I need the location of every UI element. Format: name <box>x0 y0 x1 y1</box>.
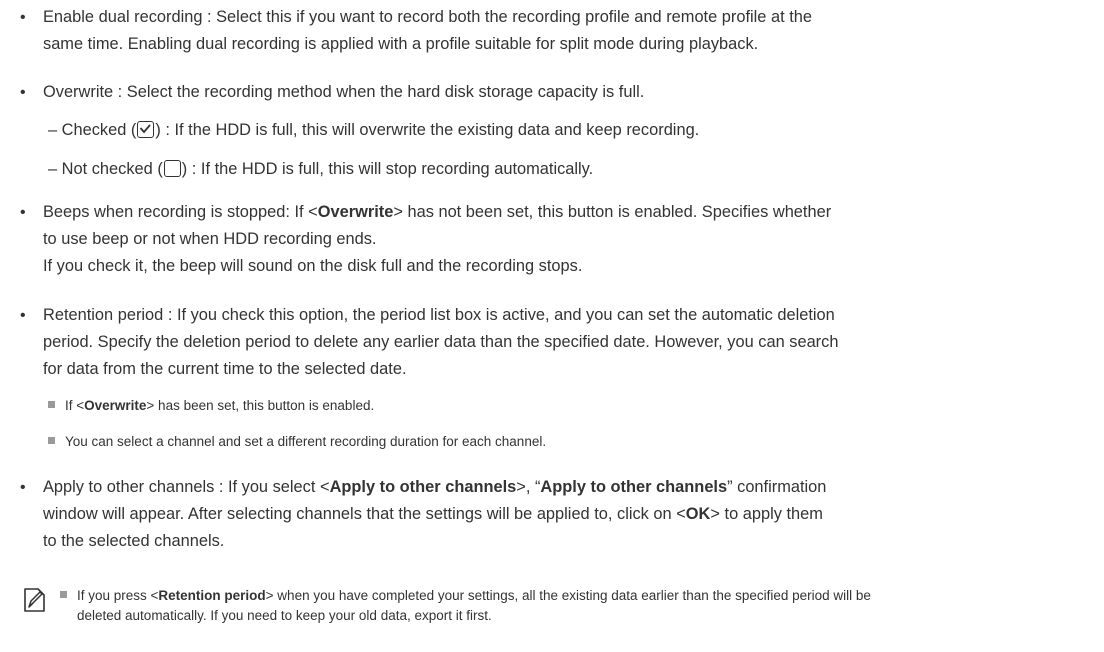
manual-page: Enable dual recording : Select this if y… <box>0 0 1104 652</box>
bullet-text-line: window will appear. After selecting chan… <box>43 505 823 523</box>
bullet-dot <box>20 199 42 226</box>
bullet-beeps-when-recording-stopped: Beeps when recording is stopped: If <Ove… <box>20 199 1080 280</box>
bullet-apply-to-other-channels: Apply to other channels : If you select … <box>20 474 1080 555</box>
memo-line: If you press <Retention period> when you… <box>60 586 871 606</box>
square-bullet-icon <box>60 591 67 598</box>
bullet-text-line: to use beep or not when HDD recording en… <box>43 230 377 248</box>
memo-pencil-icon <box>22 587 46 613</box>
bullet-dot <box>20 302 42 329</box>
bullet-overwrite: Overwrite : Select the recording method … <box>20 79 1080 106</box>
bullet-text-line: to the selected channels. <box>43 532 225 550</box>
overwrite-not-checked-item: – Not checked () : If the HDD is full, t… <box>48 160 594 178</box>
bullet-text-line: Beeps when recording is stopped: If <Ove… <box>43 203 832 221</box>
retention-note-overwrite: If <Overwrite> has been set, this button… <box>48 396 374 416</box>
bullet-text-line: If you check it, the beep will sound on … <box>43 257 583 275</box>
bullet-dot <box>20 79 42 106</box>
bullet-text-line: same time. Enabling dual recording is ap… <box>43 35 759 53</box>
square-bullet-icon <box>48 437 55 444</box>
bullet-text-line: Enable dual recording : Select this if y… <box>43 8 812 26</box>
bullet-text-line: period. Specify the deletion period to d… <box>43 333 839 351</box>
bullet-text-line: Apply to other channels : If you select … <box>43 478 827 496</box>
bullet-dot <box>20 474 42 501</box>
bullet-retention-period: Retention period : If you check this opt… <box>20 302 1080 383</box>
bullet-text-line: Overwrite : Select the recording method … <box>43 83 645 101</box>
bullet-text-line: Retention period : If you check this opt… <box>43 306 835 324</box>
memo-note: If you press <Retention period> when you… <box>60 586 871 626</box>
memo-line: deleted automatically. If you need to ke… <box>77 608 492 623</box>
bullet-dot <box>20 4 42 31</box>
square-bullet-icon <box>48 401 55 408</box>
bullet-text-line: for data from the current time to the se… <box>43 360 407 378</box>
retention-note-channel: You can select a channel and set a diffe… <box>48 432 546 452</box>
bullet-enable-dual-recording: Enable dual recording : Select this if y… <box>20 4 1080 58</box>
unchecked-checkbox-icon <box>163 160 181 177</box>
checked-checkbox-icon <box>137 121 155 138</box>
overwrite-checked-item: – Checked () : If the HDD is full, this … <box>48 121 700 139</box>
